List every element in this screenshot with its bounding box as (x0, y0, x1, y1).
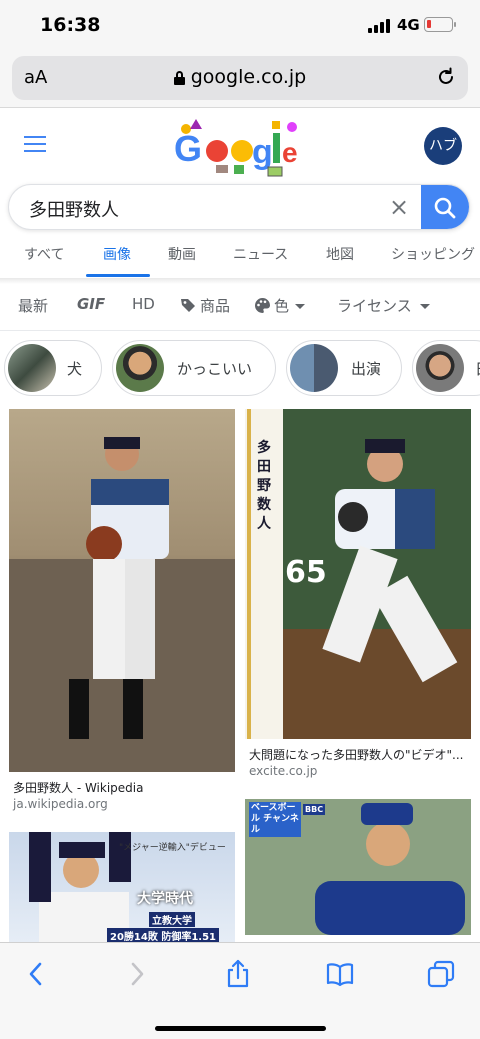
browser-toolbar (0, 942, 480, 1039)
search-button[interactable] (421, 185, 469, 229)
url-display[interactable]: google.co.jp (12, 66, 468, 88)
chevron-down-icon (419, 304, 430, 309)
tools-divider (0, 330, 480, 331)
menu-icon[interactable] (24, 136, 46, 152)
share-icon[interactable] (223, 959, 253, 989)
result-image-2[interactable]: 多田野数人 65 (245, 409, 471, 739)
url-text: google.co.jp (190, 66, 307, 88)
battery-icon (424, 17, 456, 32)
chip-thumbnail (416, 344, 464, 392)
overlay-channel-text: ベースボール チャンネル (249, 802, 301, 837)
bookmarks-icon[interactable] (325, 959, 355, 989)
chip-label: 犬 (67, 360, 83, 378)
google-header: G g e ハブ (0, 109, 480, 179)
related-chips: 犬 かっこいい 出演 日 (0, 340, 480, 398)
search-box: 多田野数人 × (8, 184, 470, 230)
status-bar: 16:38 4G (0, 0, 480, 52)
tool-gif[interactable]: GIF (77, 295, 105, 313)
overlay-record-text: 20勝14敗 防御率1.51 (107, 928, 219, 942)
result-image-3[interactable]: "メジャー逆輸入"デビュー 大学時代 立教大学 20勝14敗 防御率1.51 (9, 832, 235, 942)
tab-videos[interactable]: 動画 (168, 244, 196, 264)
result-image-4[interactable]: ベースボール チャンネル BBC (245, 799, 471, 935)
search-icon (434, 197, 456, 219)
chip-label: かっこいい (177, 360, 253, 378)
tab-maps[interactable]: 地図 (326, 244, 354, 264)
chip-thumbnail (290, 344, 338, 392)
chip-thumbnail (116, 344, 164, 392)
tab-news[interactable]: ニュース (233, 244, 288, 264)
chip-appearance[interactable]: 出演 (286, 340, 402, 396)
status-time: 16:38 (40, 14, 101, 36)
tab-images[interactable]: 画像 (103, 244, 131, 264)
tool-license-label: ライセンス (337, 297, 412, 315)
home-indicator (155, 1026, 326, 1031)
card-player-name: 多田野数人 (257, 440, 271, 532)
tab-all[interactable]: すべて (24, 244, 64, 264)
result-title-1[interactable]: 多田野数人 - Wikipedia (13, 779, 143, 796)
browser-address-area: aA google.co.jp (0, 52, 480, 108)
tool-product[interactable]: 商品 (180, 295, 230, 316)
tabs-divider (0, 278, 480, 284)
reload-icon[interactable] (436, 67, 456, 87)
chip-day[interactable]: 日 (412, 340, 480, 396)
address-bar[interactable]: aA google.co.jp (12, 56, 468, 100)
tool-color[interactable]: 色 (254, 295, 306, 316)
palette-icon (255, 298, 270, 313)
clear-icon[interactable]: × (389, 193, 409, 221)
svg-text:e: e (282, 137, 298, 168)
tool-latest[interactable]: 最新 (18, 295, 48, 316)
chip-cool[interactable]: かっこいい (112, 340, 276, 396)
chip-label: 日 (475, 358, 480, 379)
search-input[interactable]: 多田野数人 (29, 196, 119, 222)
tool-product-label: 商品 (200, 297, 231, 315)
tool-color-label: 色 (274, 297, 290, 315)
svg-text:G: G (174, 128, 202, 169)
tab-shopping[interactable]: ショッピング (391, 244, 475, 264)
overlay-big-text: 大学時代 (137, 891, 193, 907)
result-image-1[interactable] (9, 409, 235, 772)
back-icon[interactable] (22, 959, 52, 989)
tool-license[interactable]: ライセンス (337, 295, 430, 316)
overlay-school-text: 立教大学 (149, 912, 195, 927)
trading-card-photo (245, 409, 471, 739)
tag-icon (181, 299, 195, 312)
pitcher-photo (9, 437, 235, 772)
search-tabs: すべて 画像 動画 ニュース 地図 ショッピング (0, 238, 480, 278)
active-tab-indicator (86, 274, 150, 277)
tool-hd[interactable]: HD (132, 295, 155, 313)
chip-label: 出演 (351, 360, 382, 378)
chip-dog[interactable]: 犬 (4, 340, 102, 396)
card-player-number: 65 (285, 555, 327, 590)
chip-thumbnail (8, 344, 56, 392)
chevron-down-icon (295, 304, 306, 309)
svg-text:g: g (252, 133, 273, 171)
overlay-badge: BBC (303, 804, 326, 815)
result-site-2: excite.co.jp (249, 764, 318, 778)
image-tools-bar: 最新 GIF HD 商品 色 ライセンス (0, 290, 480, 320)
lock-icon (173, 71, 185, 85)
tabs-icon[interactable] (426, 959, 456, 989)
network-type: 4G (397, 16, 420, 34)
result-title-2[interactable]: 大問題になった多田野数人の"ビデオ"... (249, 746, 463, 763)
overlay-small-text: "メジャー逆輸入"デビュー (119, 843, 226, 853)
result-site-1: ja.wikipedia.org (13, 797, 108, 811)
signal-icon (368, 19, 390, 33)
forward-icon[interactable] (121, 959, 151, 989)
google-doodle-logo[interactable]: G g e (172, 115, 306, 177)
account-avatar[interactable]: ハブ (424, 127, 462, 165)
